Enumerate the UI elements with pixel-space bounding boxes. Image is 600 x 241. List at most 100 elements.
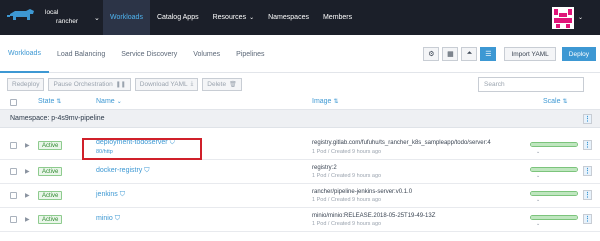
download-icon: ⤓ bbox=[190, 81, 194, 87]
pod-created-info: 1 Pod / Created 9 hours ago bbox=[312, 221, 382, 227]
redeploy-label: Redeploy bbox=[12, 81, 40, 88]
workload-name-link[interactable]: deployment-todoserver ⛉ bbox=[96, 139, 175, 147]
row-checkbox[interactable] bbox=[10, 192, 17, 199]
shield-icon: ⛉ bbox=[144, 167, 150, 174]
row-checkbox[interactable] bbox=[10, 142, 17, 149]
shield-icon: ⛉ bbox=[169, 139, 175, 146]
image-column-header[interactable]: Image ⇅ bbox=[312, 98, 339, 105]
pod-created-info: 1 Pod / Created 9 hours ago bbox=[312, 149, 382, 155]
expand-row-icon[interactable]: ▶ bbox=[25, 168, 30, 175]
workload-name-link[interactable]: docker-registry ⛉ bbox=[96, 167, 150, 175]
row-checkbox[interactable] bbox=[10, 216, 17, 223]
user-menu[interactable]: ⌄ bbox=[552, 0, 583, 35]
project-name: rancher bbox=[56, 18, 79, 25]
scale-bar bbox=[530, 142, 578, 147]
delete-label: Delete bbox=[207, 81, 227, 88]
tab-load-balancing[interactable]: Load Balancing bbox=[49, 35, 113, 73]
scale-bar-fill bbox=[531, 143, 577, 146]
nav-members[interactable]: Members bbox=[316, 0, 359, 35]
tab-volumes[interactable]: Volumes bbox=[185, 35, 228, 73]
bulk-actions: Redeploy Pause Orchestration ❚❚ Download … bbox=[7, 78, 246, 91]
list-view-icon[interactable]: ☰ bbox=[480, 47, 497, 61]
tab-bar: Workloads Load Balancing Service Discove… bbox=[0, 35, 273, 73]
image-name: registry:2 bbox=[312, 165, 337, 171]
expand-row-icon[interactable]: ▶ bbox=[25, 142, 30, 149]
top-navigation-bar: local rancher ⌄ Workloads Catalog Apps R… bbox=[0, 0, 600, 35]
tab-pipelines[interactable]: Pipelines bbox=[228, 35, 272, 73]
workload-name: minio bbox=[96, 215, 113, 222]
tab-service-discovery[interactable]: Service Discovery bbox=[113, 35, 185, 73]
row-actions-menu-icon[interactable]: ⋮ bbox=[583, 166, 592, 176]
row-actions-menu-icon[interactable]: ⋮ bbox=[583, 190, 592, 200]
table-row: ▶ Active minio ⛉ minio/minio:RELEASE.2018… bbox=[0, 208, 600, 232]
nav-namespaces-label: Namespaces bbox=[268, 14, 309, 21]
row-actions-menu-icon[interactable]: ⋮ bbox=[583, 140, 592, 150]
namespace-group-icon[interactable]: ⏶ bbox=[461, 47, 478, 61]
pod-created-info: 1 Pod / Created 9 hours ago bbox=[312, 173, 382, 179]
chevron-down-icon[interactable]: ⌄ bbox=[536, 149, 540, 155]
import-yaml-button[interactable]: Import YAML bbox=[504, 47, 556, 61]
deploy-button[interactable]: Deploy bbox=[561, 47, 596, 61]
download-yaml-button[interactable]: Download YAML ⤓ bbox=[134, 78, 199, 91]
state-column-header[interactable]: State ⇅ bbox=[38, 98, 61, 105]
chevron-down-icon: ⌄ bbox=[249, 15, 255, 21]
shield-icon: ⛉ bbox=[119, 191, 126, 198]
nav-workloads[interactable]: Workloads bbox=[103, 0, 150, 35]
nav-catalog-apps[interactable]: Catalog Apps bbox=[150, 0, 206, 35]
main-nav: Workloads Catalog Apps Resources ⌄ Namesp… bbox=[103, 0, 359, 35]
name-column-header[interactable]: Name ⌄ bbox=[96, 98, 122, 105]
grid-view-icon[interactable]: ▦ bbox=[442, 47, 459, 61]
cluster-name: local bbox=[45, 9, 59, 16]
shield-icon: ⛉ bbox=[114, 215, 120, 222]
cluster-project-switcher[interactable]: local rancher ⌄ bbox=[45, 8, 100, 26]
pause-orchestration-button[interactable]: Pause Orchestration ❚❚ bbox=[48, 78, 131, 91]
status-badge: Active bbox=[38, 167, 63, 176]
table-row: ▶ Active deployment-todoserver ⛉ 80/http … bbox=[0, 128, 600, 160]
gear-icon[interactable]: ⚙ bbox=[423, 47, 440, 61]
scale-bar-fill bbox=[531, 168, 577, 171]
namespace-label: Namespace: p-4s9mv-pipeline bbox=[10, 115, 105, 122]
sort-desc-icon: ⌄ bbox=[116, 99, 122, 105]
chevron-down-icon[interactable]: ⌄ bbox=[536, 221, 540, 227]
rancher-logo-icon[interactable] bbox=[6, 8, 36, 25]
expand-row-icon[interactable]: ▶ bbox=[25, 216, 30, 223]
pause-orchestration-label: Pause Orchestration bbox=[53, 81, 113, 88]
scale-bar-fill bbox=[531, 216, 577, 219]
pause-icon: ❚❚ bbox=[115, 82, 126, 88]
image-name: minio/minio:RELEASE.2018-05-25T19-49-13Z bbox=[312, 213, 436, 219]
scale-bar bbox=[530, 215, 578, 220]
workload-name: jenkins bbox=[96, 191, 118, 198]
row-checkbox[interactable] bbox=[10, 168, 17, 175]
tab-workloads[interactable]: Workloads bbox=[0, 35, 49, 73]
nav-members-label: Members bbox=[322, 14, 353, 21]
row-actions-menu-icon[interactable]: ⋮ bbox=[583, 214, 592, 224]
image-header-label: Image bbox=[312, 98, 332, 105]
expand-row-icon[interactable]: ▶ bbox=[25, 192, 30, 199]
download-yaml-label: Download YAML bbox=[139, 81, 188, 88]
redeploy-button[interactable]: Redeploy bbox=[7, 78, 45, 91]
chevron-down-icon[interactable]: ⌄ bbox=[536, 173, 540, 179]
chevron-down-icon[interactable]: ⌄ bbox=[536, 197, 540, 203]
delete-button[interactable]: Delete 🗑 bbox=[202, 78, 242, 91]
status-badge: Active bbox=[38, 215, 63, 224]
state-header-label: State bbox=[38, 98, 55, 105]
scale-header-label: Scale bbox=[543, 98, 561, 105]
search-input[interactable] bbox=[478, 77, 584, 92]
trash-icon: 🗑 bbox=[229, 82, 237, 88]
workload-name-link[interactable]: minio ⛉ bbox=[96, 215, 120, 223]
namespace-actions-menu-icon[interactable]: ⋮ bbox=[583, 114, 592, 124]
endpoint-link[interactable]: 80/http bbox=[96, 149, 113, 155]
status-badge: Active bbox=[38, 191, 63, 200]
nav-resources[interactable]: Resources ⌄ bbox=[206, 0, 262, 35]
workload-name-link[interactable]: jenkins ⛉ bbox=[96, 191, 125, 199]
nav-namespaces[interactable]: Namespaces bbox=[261, 0, 316, 35]
chevron-down-icon: ⌄ bbox=[94, 15, 100, 22]
scale-bar-fill bbox=[531, 192, 577, 195]
scale-bar bbox=[530, 167, 578, 172]
sort-icon: ⇅ bbox=[562, 99, 568, 105]
workload-name: docker-registry bbox=[96, 167, 143, 174]
workload-name: deployment-todoserver bbox=[96, 139, 168, 146]
scale-column-header[interactable]: Scale ⇅ bbox=[543, 98, 568, 105]
status-badge: Active bbox=[38, 141, 63, 150]
select-all-checkbox[interactable] bbox=[10, 99, 17, 106]
